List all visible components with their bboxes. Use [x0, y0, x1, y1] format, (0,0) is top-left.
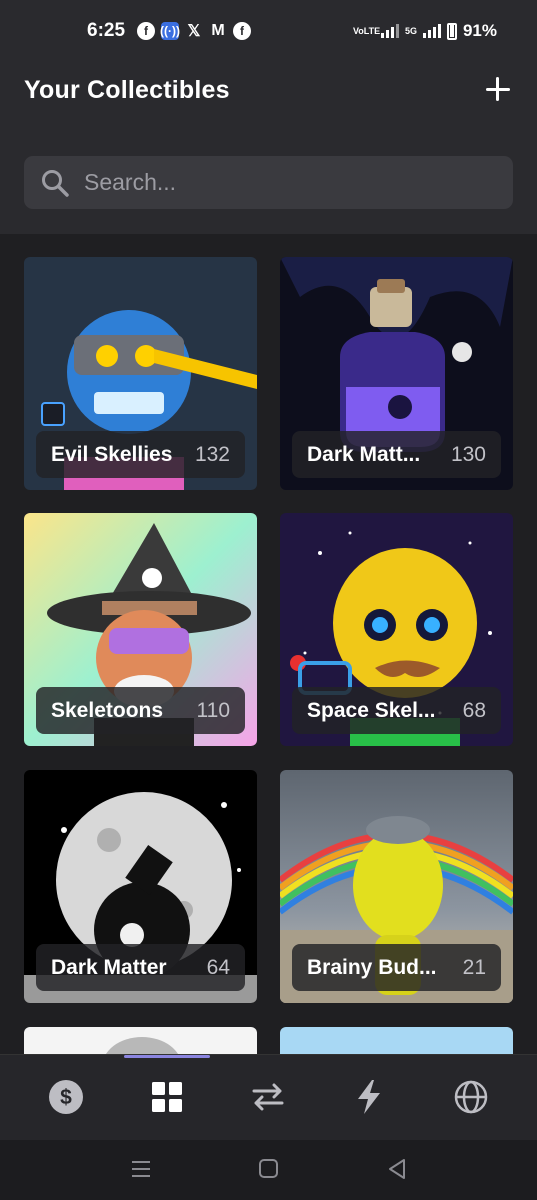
home-icon[interactable]	[258, 1158, 280, 1180]
lightning-icon	[358, 1080, 380, 1114]
search-bar[interactable]	[24, 156, 513, 209]
collection-name: Evil Skellies	[51, 442, 173, 466]
status-right: VoLTE 5G 91%	[353, 21, 497, 41]
collection-name: Brainy Bud...	[307, 955, 437, 979]
collection-count: 64	[206, 955, 230, 979]
collection-card[interactable]: Skeletoons 110	[24, 513, 257, 746]
volte-label: VoLTE	[352, 25, 381, 36]
page-title: Your Collectibles	[24, 76, 230, 104]
collection-image	[280, 1027, 513, 1054]
collection-label: Evil Skellies 132	[36, 431, 245, 478]
collection-card[interactable]	[24, 1027, 257, 1054]
facebook-icon: f	[137, 22, 155, 40]
collection-name: Dark Matter	[51, 955, 167, 979]
notification-icons: f ((·)) 𝕏 M f	[137, 22, 251, 40]
collection-count: 110	[196, 698, 230, 722]
collection-count: 132	[194, 442, 230, 466]
globe-icon	[454, 1080, 488, 1114]
search-icon	[42, 169, 69, 197]
nav-browser[interactable]	[449, 1075, 493, 1119]
signal-icon-2	[422, 24, 441, 38]
collection-label: Space Skel... 68	[292, 687, 501, 734]
gmail-icon: M	[211, 22, 225, 39]
nav-swap[interactable]	[246, 1075, 290, 1119]
collection-label: Dark Matt... 130	[292, 431, 501, 478]
network-label: 5G	[404, 25, 417, 36]
battery-icon	[446, 22, 457, 40]
grid-icon	[152, 1082, 182, 1112]
nav-active-indicator	[124, 1055, 210, 1058]
search-input[interactable]	[84, 169, 464, 196]
battery-percent: 91%	[462, 21, 497, 40]
collection-card[interactable]: Evil Skellies 132	[24, 257, 257, 490]
collection-name: Dark Matt...	[307, 442, 421, 466]
status-bar: 6:25 f ((·)) 𝕏 M f VoLTE 5G 91%	[0, 0, 537, 60]
nav-activity[interactable]	[347, 1075, 391, 1119]
collection-card[interactable]: Space Skel... 68	[280, 513, 513, 746]
collection-label: Brainy Bud... 21	[292, 944, 501, 991]
collection-count: 21	[462, 955, 486, 979]
svg-text:$: $	[60, 1086, 72, 1109]
header: Your Collectibles	[0, 60, 537, 234]
x-icon: 𝕏	[187, 23, 201, 40]
nav-collectibles[interactable]	[145, 1075, 189, 1119]
collection-name: Skeletoons	[51, 698, 164, 722]
swap-icon	[252, 1083, 284, 1111]
back-icon[interactable]	[386, 1158, 408, 1180]
collection-label: Skeletoons 110	[36, 687, 245, 734]
collection-card[interactable]: Dark Matter 64	[24, 770, 257, 1003]
collection-count: 68	[462, 698, 486, 722]
collection-label: Dark Matter 64	[36, 944, 245, 991]
signal-icon	[380, 24, 399, 38]
add-button[interactable]	[483, 74, 513, 104]
collectibles-grid: Evil Skellies 132 Dark Matt... 130 Skele…	[24, 257, 513, 1054]
system-nav-bar	[0, 1140, 537, 1200]
status-time: 6:25	[87, 20, 126, 41]
recents-icon[interactable]	[130, 1158, 152, 1180]
collection-card[interactable]	[280, 1027, 513, 1054]
collection-card[interactable]: Dark Matt... 130	[280, 257, 513, 490]
collection-image	[24, 1027, 257, 1054]
facebook-icon: f	[233, 22, 251, 40]
collection-name: Space Skel...	[307, 698, 436, 722]
nav-wallet[interactable]: $	[44, 1075, 88, 1119]
bottom-nav: $	[0, 1054, 537, 1140]
radio-icon: ((·))	[160, 22, 180, 40]
collection-card[interactable]: Brainy Bud... 21	[280, 770, 513, 1003]
dollar-icon: $	[49, 1080, 83, 1114]
collection-count: 130	[450, 442, 486, 466]
